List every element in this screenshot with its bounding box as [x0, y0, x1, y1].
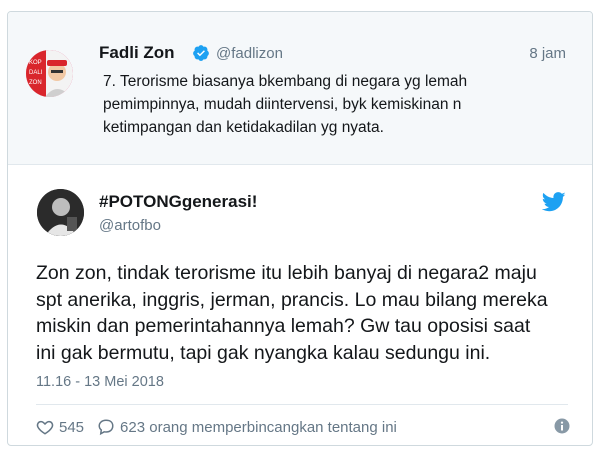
- svg-text:ZON: ZON: [29, 80, 42, 86]
- main-author-name[interactable]: #POTONGgenerasi!: [99, 192, 257, 212]
- twitter-bird-icon[interactable]: [542, 192, 566, 212]
- embedded-tweet-card: KOP DALI ZON Fadli Zon @fadlizon 8 jam 7…: [7, 11, 593, 446]
- parent-text-line: ketimpangan dan ketidakadilan yg nyata.: [103, 119, 384, 136]
- parent-text-line: 7. Terorisme biasanya bkembang di negara…: [103, 73, 468, 90]
- parent-author-name[interactable]: Fadli Zon: [99, 43, 175, 63]
- info-icon[interactable]: [554, 418, 570, 434]
- main-text-line: Zon zon, tindak terorisme itu lebih bany…: [36, 262, 537, 284]
- main-text-line: ini gak bermutu, tapi gak nyangka kalau …: [36, 341, 491, 364]
- parent-avatar[interactable]: KOP DALI ZON: [26, 50, 73, 97]
- quoted-parent-tweet[interactable]: KOP DALI ZON Fadli Zon @fadlizon 8 jam 7…: [8, 12, 592, 165]
- verified-badge-icon: [193, 45, 209, 61]
- heart-icon: [36, 420, 54, 435]
- main-text-line: spt anerika, inggris, jerman, prancis. L…: [36, 288, 548, 311]
- like-button[interactable]: 545: [36, 418, 97, 436]
- tweet-actions: 545 623 orang memperbincangkan tentang i…: [36, 416, 397, 438]
- main-avatar[interactable]: [37, 189, 84, 236]
- main-text-line: miskin dan pemerintahannya lemah? Gw tau…: [36, 315, 531, 337]
- reply-button[interactable]: 623 orang memperbincangkan tentang ini: [97, 418, 397, 436]
- svg-text:DALI: DALI: [29, 70, 43, 76]
- like-count: 545: [59, 418, 85, 436]
- speech-bubble-icon: [98, 419, 114, 436]
- main-tweet-text: Zon zon, tindak terorisme itu lebih bany…: [36, 260, 576, 366]
- main-timestamp[interactable]: 11.16 - 13 Mei 2018: [36, 374, 164, 390]
- svg-text:KOP: KOP: [29, 60, 42, 66]
- parent-text-line: pemimpinnya, mudah diintervensi, byk kem…: [103, 96, 462, 113]
- parent-author-handle[interactable]: @fadlizon: [216, 45, 283, 62]
- main-author-handle[interactable]: @artofbo: [99, 217, 161, 234]
- parent-timestamp[interactable]: 8 jam: [529, 45, 566, 62]
- conversation-count-text: 623 orang memperbincangkan tentang ini: [120, 418, 397, 436]
- parent-tweet-text: 7. Terorisme biasanya bkembang di negara…: [103, 70, 543, 139]
- divider: [36, 404, 568, 405]
